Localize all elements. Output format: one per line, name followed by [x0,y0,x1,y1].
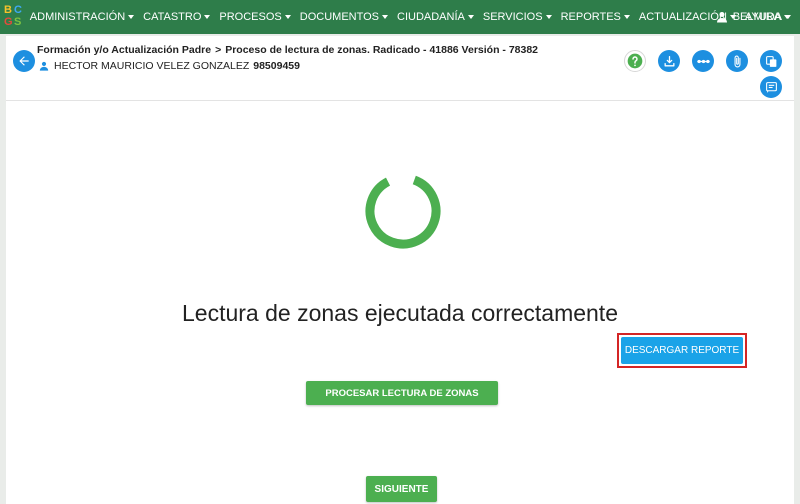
user-menu[interactable]: BELMIRA [716,0,790,34]
logo-letter-s: S [14,16,22,28]
top-navbar: B C G S ADMINISTRACIÓN CATASTRO PROCESOS… [0,0,800,34]
next-button[interactable]: SIGUIENTE [366,476,437,502]
chevron-down-icon [128,15,135,19]
logo-letter-c: C [14,4,22,16]
breadcrumb-current: Proceso de lectura de zonas. Radicado - … [225,44,539,56]
app-logo[interactable]: B C G S [2,0,22,34]
download-report-button[interactable]: DESCARGAR REPORTE [621,337,743,364]
owner-name: HECTOR MAURICIO VELEZ GONZALEZ [54,60,250,72]
attach-button[interactable] [726,50,748,72]
breadcrumb: Formación y/o Actualización Padre > Proces… [37,44,538,56]
chevron-down-icon [204,15,211,19]
chevron-down-icon [784,15,790,19]
arrow-left-icon [19,56,29,66]
chevron-down-icon [545,15,552,19]
menu-servicios[interactable]: SERVICIOS [483,11,552,23]
chevron-down-icon [382,15,389,19]
copy-icon [765,55,776,67]
user-icon [716,12,727,23]
notes-icon [765,81,777,93]
breadcrumb-parent[interactable]: Formación y/o Actualización Padre [37,44,211,56]
process-zones-button[interactable]: PROCESAR LECTURA DE ZONAS [306,381,498,405]
help-icon [627,53,643,69]
download-button[interactable] [658,50,680,72]
chevron-down-icon [623,15,630,19]
menu-administracion[interactable]: ADMINISTRACIÓN [30,11,135,23]
timeline-icon [696,59,710,63]
owner-info: HECTOR MAURICIO VELEZ GONZALEZ 98509459 [39,60,300,72]
menu-reportes[interactable]: REPORTES [561,11,630,23]
download-icon [664,55,674,66]
attach-icon [734,55,740,67]
chevron-down-icon [284,15,291,19]
logo-letter-g: G [4,16,13,28]
breadcrumb-separator: > [215,44,222,56]
timeline-button[interactable] [692,50,714,72]
header-divider [6,100,794,101]
owner-id: 98509459 [253,60,300,72]
chevron-down-icon [467,15,474,19]
back-button[interactable] [13,50,35,72]
menu-documentos[interactable]: DOCUMENTOS [300,11,389,23]
notes-button[interactable] [760,76,782,98]
main-menu: ADMINISTRACIÓN CATASTRO PROCESOS DOCUMEN… [30,11,800,23]
menu-ciudadania[interactable]: CIUDADANÍA [397,11,474,23]
copy-button[interactable] [760,50,782,72]
help-button[interactable] [624,50,646,72]
menu-procesos[interactable]: PROCESOS [219,11,291,23]
process-card: Formación y/o Actualización Padre > Proces… [6,36,794,504]
user-name: BELMIRA [732,11,781,23]
logo-letter-b: B [4,4,12,16]
success-spinner-icon [365,173,441,249]
menu-catastro[interactable]: CATASTRO [143,11,211,23]
status-message: Lectura de zonas ejecutada correctamente [182,300,618,326]
person-icon [39,61,49,71]
